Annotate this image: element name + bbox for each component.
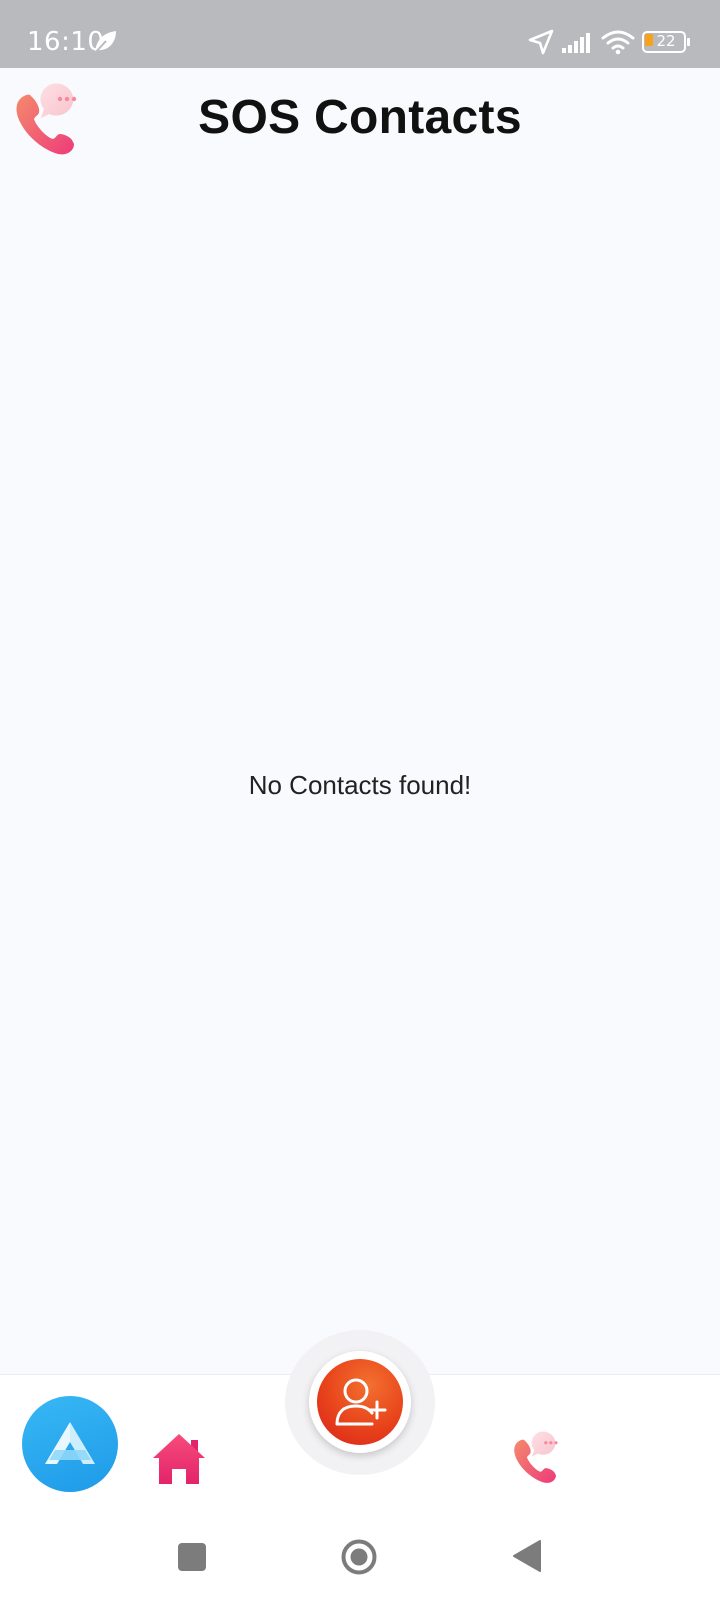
app-launcher-icon [45, 1422, 95, 1464]
add-contact-icon [335, 1378, 387, 1426]
empty-state-message: No Contacts found! [248, 770, 472, 800]
battery-level: 22 [656, 32, 676, 50]
sos-contacts-screen: 16:10 22 SOS Contacts No Contacts found! [0, 0, 720, 1600]
home-button[interactable] [340, 1538, 378, 1576]
app-launcher-button[interactable] [22, 1396, 118, 1492]
home-icon[interactable] [151, 1432, 207, 1486]
battery-tip [687, 38, 690, 46]
leaf-icon [94, 31, 116, 54]
page-title: SOS Contacts [198, 91, 522, 144]
status-bar: 16:10 22 [0, 0, 720, 68]
signal-icon [562, 33, 590, 53]
battery-icon: 22 [642, 31, 690, 55]
back-button[interactable] [512, 1539, 542, 1573]
recents-button[interactable] [178, 1543, 206, 1571]
location-arrow-icon [528, 29, 554, 55]
add-contact-button[interactable] [317, 1359, 403, 1445]
wifi-icon [601, 30, 635, 55]
phone-chat-icon[interactable] [511, 1430, 569, 1486]
